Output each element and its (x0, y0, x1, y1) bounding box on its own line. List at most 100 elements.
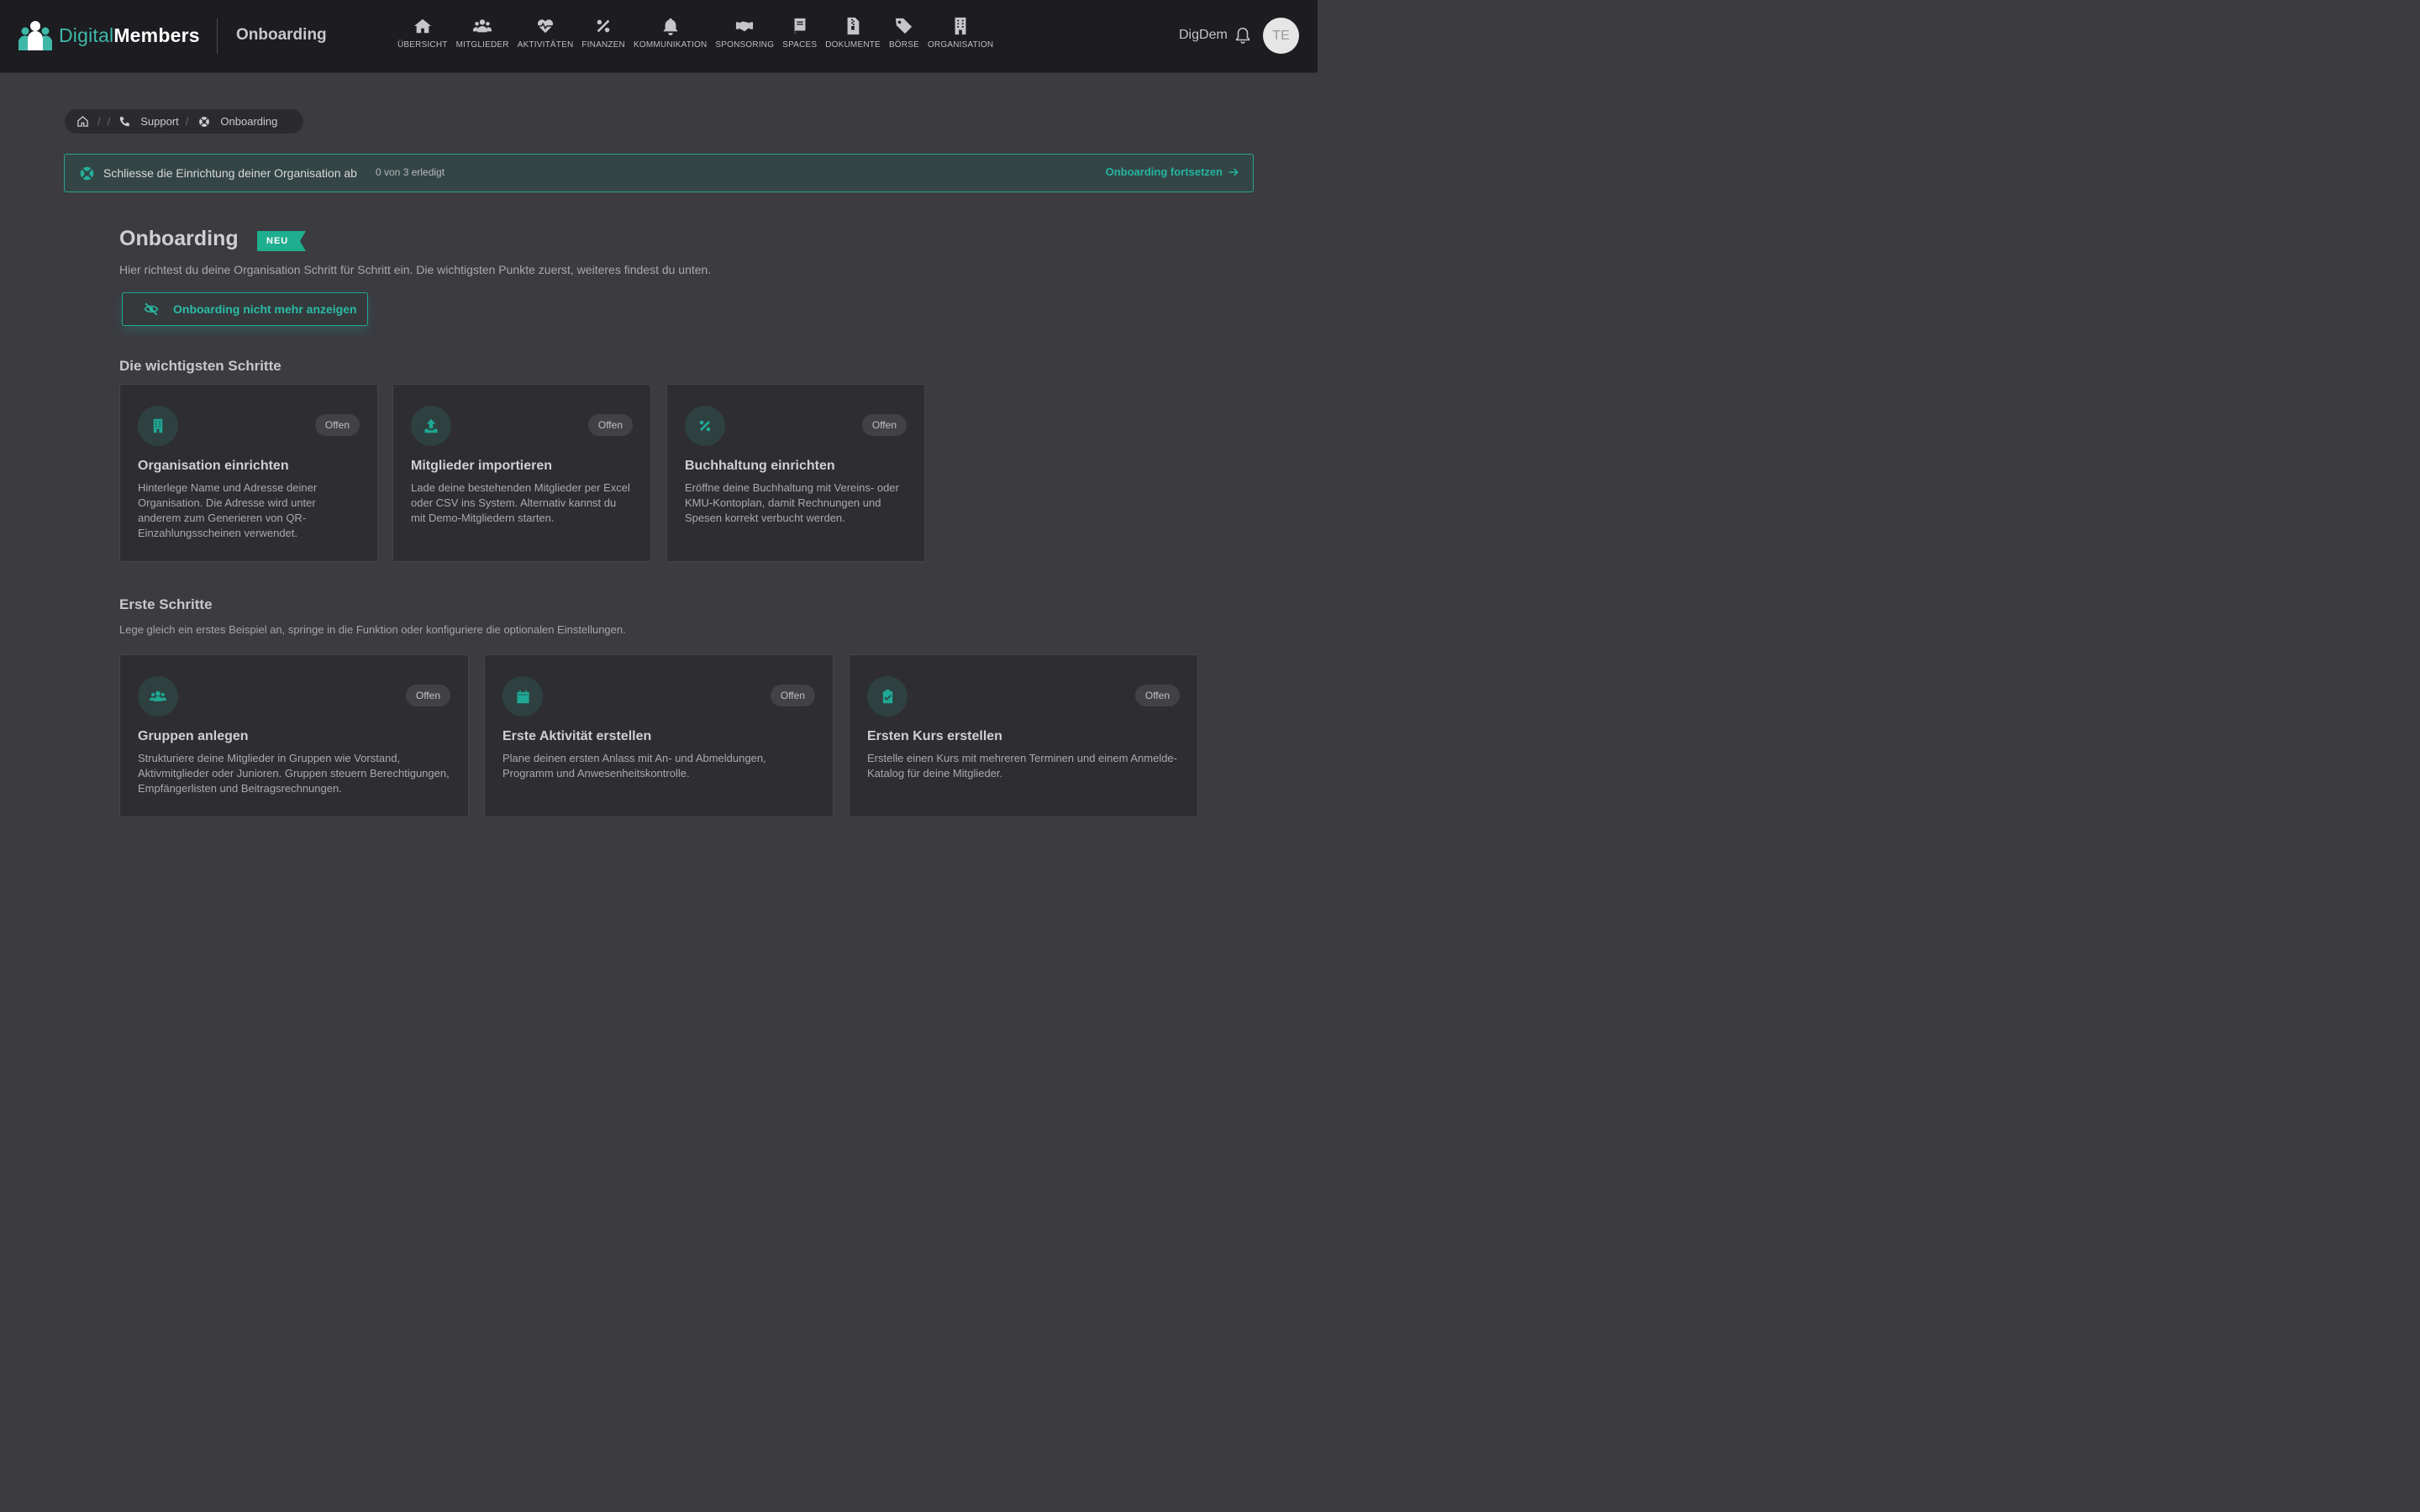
step-card-first-course[interactable]: Offen Ersten Kurs erstellen Erstelle ein… (849, 654, 1198, 817)
card-icon-wrap (867, 676, 908, 717)
calendar-icon (516, 690, 529, 703)
card-title: Buchhaltung einrichten (685, 459, 835, 473)
app-title: Onboarding (236, 26, 327, 44)
heartbeat-icon (537, 19, 554, 34)
status-badge: Offen (587, 414, 633, 436)
life-ring-icon (80, 166, 94, 181)
header-divider (217, 18, 218, 54)
breadcrumb-item-onboarding: Onboarding (220, 115, 278, 128)
nav-label: FINANZEN (581, 40, 625, 50)
nav-item-aktivitaeten[interactable]: AKTIVITÄTEN (513, 17, 578, 50)
users-icon (150, 690, 166, 701)
nav-item-uebersicht[interactable]: ÜBERSICHT (393, 17, 452, 50)
nav-item-kommunikation[interactable]: KOMMUNIKATION (629, 17, 711, 50)
building-icon (955, 17, 966, 35)
breadcrumb-item-support[interactable]: Support (140, 115, 179, 128)
page-title: Onboarding (119, 227, 239, 250)
card-description: Hinterlege Name und Adresse deiner Organ… (138, 481, 318, 539)
top-bar: DigitalMembers Onboarding ÜBERSICHT MITG… (0, 0, 1318, 73)
users-icon (473, 19, 492, 33)
status-badge: Offen (405, 685, 450, 706)
breadcrumb-separator: / (185, 115, 189, 128)
logo[interactable]: DigitalMembers (17, 17, 200, 54)
status-badge: Offen (1134, 685, 1180, 706)
card-title: Erste Aktivität erstellen (502, 729, 652, 743)
nav-item-dokumente[interactable]: DOKUMENTE (821, 17, 885, 50)
onboarding-page: DigitalMembers Onboarding ÜBERSICHT MITG… (0, 0, 1318, 823)
nav-label: AKTIVITÄTEN (517, 40, 574, 50)
nav-label: ORGANISATION (927, 40, 994, 50)
breadcrumb-separator: / (97, 115, 101, 128)
step-card-import-members[interactable]: Offen Mitglieder importieren Lade deine … (392, 384, 651, 562)
user-name[interactable]: DigDem (1179, 28, 1228, 43)
main-nav: ÜBERSICHT MITGLIEDER AKTIVITÄTEN FINANZE… (393, 17, 997, 50)
card-title: Ersten Kurs erstellen (867, 729, 1002, 743)
upload-icon (424, 418, 438, 433)
new-badge: NEU (257, 231, 306, 251)
step-card-organisation[interactable]: Offen Organisation einrichten Hinterlege… (119, 384, 378, 562)
nav-item-mitglieder[interactable]: MITGLIEDER (452, 17, 513, 50)
tags-icon (895, 18, 913, 34)
nav-label: KOMMUNIKATION (633, 40, 708, 50)
continue-onboarding-label: Onboarding fortsetzen (1105, 165, 1223, 178)
logo-text-part2: Members (113, 24, 200, 46)
home-icon (413, 18, 431, 34)
card-icon-wrap (411, 406, 451, 446)
breadcrumb: / / Support / Onboarding (65, 109, 303, 134)
banner-progress: 0 von 3 erledigt (376, 166, 445, 178)
bell-icon (663, 18, 677, 35)
home-icon[interactable] (76, 115, 89, 128)
page-lead: Hier richtest du deine Organisation Schr… (119, 263, 712, 276)
card-icon-wrap (502, 676, 543, 717)
nav-item-organisation[interactable]: ORGANISATION (923, 17, 997, 50)
avatar[interactable]: TE (1263, 18, 1299, 54)
phone-icon (120, 116, 130, 126)
logo-text: DigitalMembers (59, 24, 200, 47)
logo-people-icon (18, 21, 52, 50)
breadcrumb-separator: / (107, 115, 111, 128)
nav-item-boerse[interactable]: BÖRSE (885, 17, 923, 50)
card-description: Erstelle einen Kurs mit mehreren Termine… (867, 752, 1177, 780)
arrow-right-icon (1228, 167, 1239, 176)
card-icon-wrap (138, 406, 178, 446)
hide-onboarding-label: Onboarding nicht mehr anzeigen (173, 302, 357, 316)
percent-icon (699, 420, 711, 432)
nav-item-sponsoring[interactable]: SPONSORING (711, 17, 778, 50)
clipboard-check-icon (882, 689, 892, 703)
card-title: Gruppen anlegen (138, 729, 249, 743)
step-card-first-activity[interactable]: Offen Erste Aktivität erstellen Plane de… (484, 654, 834, 817)
percent-icon (597, 19, 610, 33)
onboarding-progress-banner: Schliesse die Einrichtung deiner Organis… (64, 154, 1254, 192)
hide-onboarding-button[interactable]: Onboarding nicht mehr anzeigen (122, 292, 368, 326)
status-badge: Offen (770, 685, 815, 706)
logo-text-part1: Digital (59, 24, 114, 46)
card-description: Lade deine bestehenden Mitglieder per Ex… (411, 481, 630, 524)
section-title-first-steps: Erste Schritte (119, 596, 213, 612)
nav-item-finanzen[interactable]: FINANZEN (577, 17, 629, 50)
step-card-groups[interactable]: Offen Gruppen anlegen Strukturiere deine… (119, 654, 469, 817)
nav-label: BÖRSE (888, 40, 919, 50)
notifications-bell-icon[interactable] (1234, 26, 1252, 45)
status-badge: Offen (861, 414, 907, 436)
card-description: Plane deinen ersten Anlass mit An- und A… (502, 752, 766, 780)
eye-slash-icon (144, 302, 159, 316)
nav-item-spaces[interactable]: SPACES (778, 17, 821, 50)
card-title: Mitglieder importieren (411, 459, 553, 473)
card-icon-wrap (138, 676, 178, 717)
nav-label: SPACES (782, 40, 818, 50)
nav-label: SPONSORING (715, 40, 775, 50)
section-subtitle-first-steps: Lege gleich ein erstes Beispiel an, spri… (119, 623, 626, 636)
step-card-accounting[interactable]: Offen Buchhaltung einrichten Eröffne dei… (666, 384, 925, 562)
life-ring-icon (199, 116, 210, 127)
handshake-icon (736, 21, 754, 32)
nav-label: MITGLIEDER (455, 40, 509, 50)
building-icon (153, 418, 163, 433)
nav-label: DOKUMENTE (825, 40, 881, 50)
nav-label: ÜBERSICHT (397, 40, 448, 50)
continue-onboarding-link[interactable]: Onboarding fortsetzen (1106, 165, 1239, 178)
card-title: Organisation einrichten (138, 459, 289, 473)
status-badge: Offen (314, 414, 360, 436)
banner-title: Schliesse die Einrichtung deiner Organis… (103, 166, 357, 180)
file-zip-icon (847, 17, 860, 35)
card-description: Strukturiere deine Mitglieder in Gruppen… (138, 752, 450, 795)
